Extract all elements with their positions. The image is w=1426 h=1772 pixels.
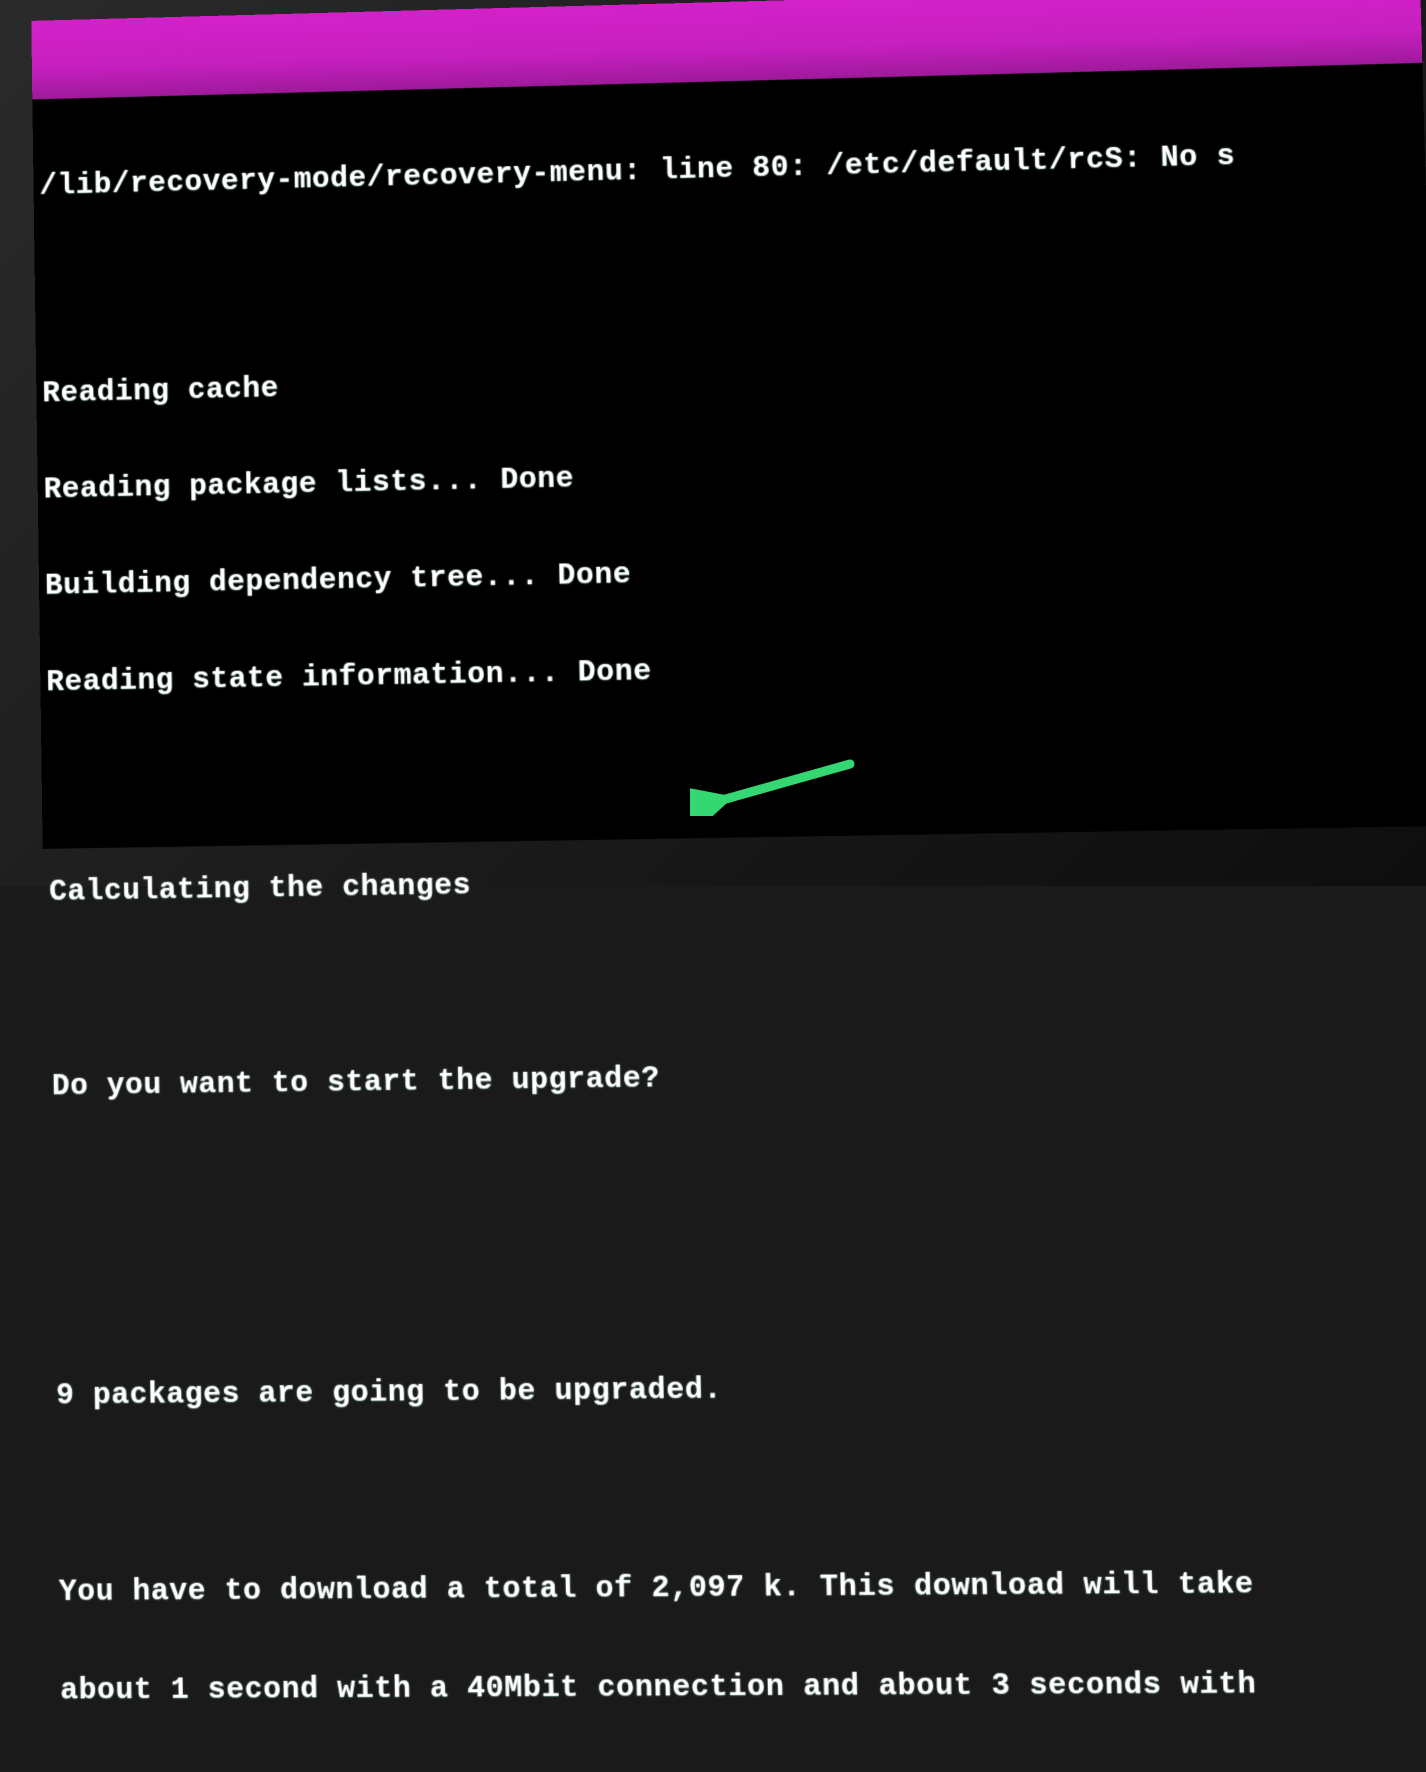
status-line: Reading cache [42,347,1426,410]
download-info: 5Mbit connection. [61,1768,1426,1772]
status-line: Building dependency tree... Done [45,543,1426,603]
status-line: Calculating the changes [49,855,1426,910]
console-output: /lib/recovery-mode/recovery-menu: line 8… [38,71,1426,849]
monitor-bezel: /lib/recovery-mode/recovery-menu: line 8… [0,0,1426,886]
download-info: about 1 second with a 40Mbit connection … [60,1668,1426,1708]
status-line: Reading package lists... Done [43,445,1426,507]
status-line: Reading state information... Done [46,641,1426,699]
error-line: /lib/recovery-mode/recovery-menu: line 8… [39,136,1425,203]
upgrade-question: Do you want to start the upgrade? [52,1053,1426,1104]
upgrade-summary: 9 packages are going to be upgraded. [56,1367,1426,1413]
download-info: You have to download a total of 2,097 k.… [59,1567,1426,1609]
terminal-screen[interactable]: /lib/recovery-mode/recovery-menu: line 8… [31,0,1426,849]
